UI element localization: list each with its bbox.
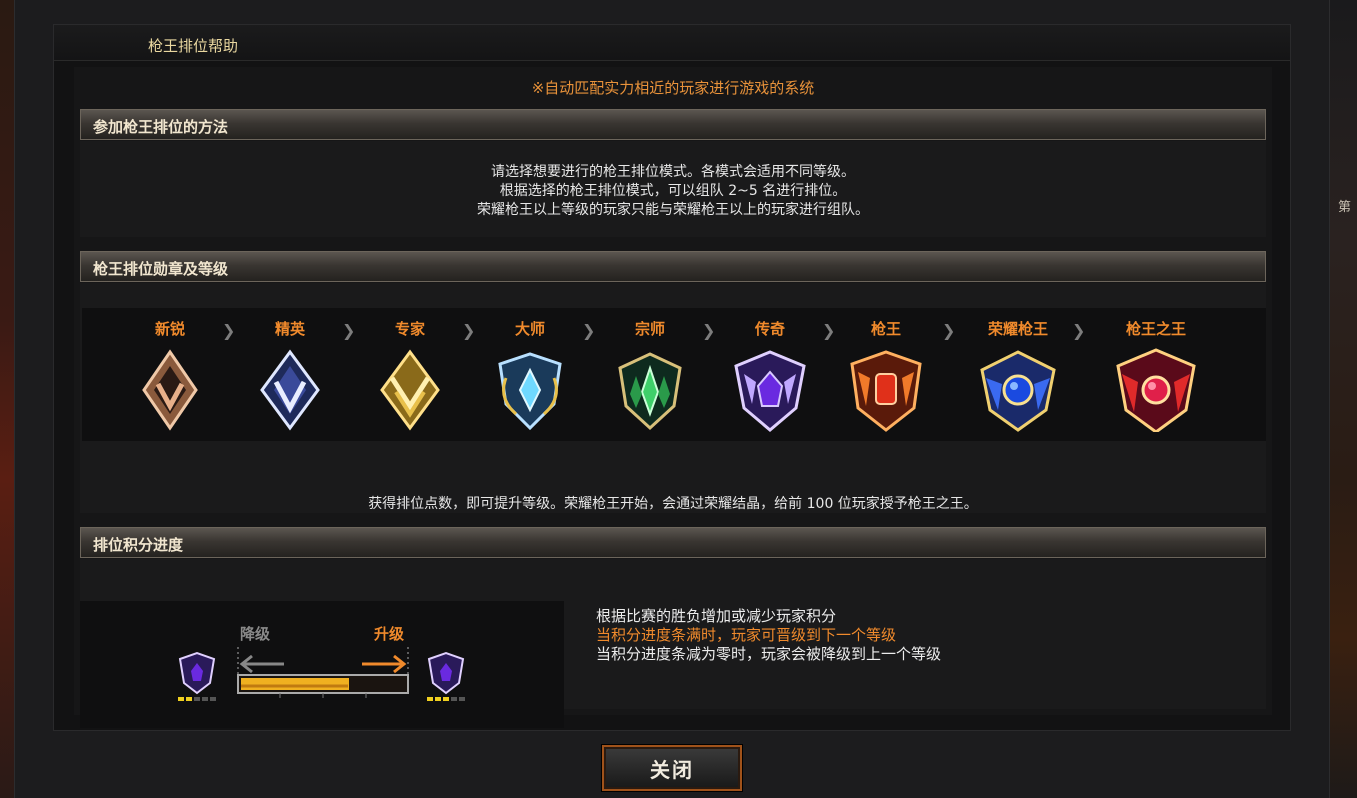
progress-line-3: 当积分进度条减为零时，玩家会被降级到上一个等级	[596, 645, 942, 663]
rank-label: 专家	[394, 320, 425, 338]
rank-item-grandmaster: 宗师	[590, 308, 710, 441]
rank-label: 枪王	[870, 320, 901, 338]
rank-item-gunking: 枪王	[826, 308, 946, 441]
dialog-title: 枪王排位帮助	[148, 37, 239, 55]
section-title-join: 参加枪王排位的方法	[93, 118, 229, 136]
silver-rank-badge-icon	[260, 349, 320, 431]
rank-item-glory-gunking: 荣耀枪王	[958, 308, 1078, 441]
rank-label: 新锐	[154, 320, 185, 338]
gold-rank-badge-icon	[380, 349, 440, 431]
platinum-rank-badge-icon	[498, 352, 562, 431]
emerald-rank-badge-icon	[618, 352, 682, 431]
progress-diagram	[178, 647, 465, 701]
close-button[interactable]: 关闭	[602, 745, 742, 791]
rank-item-master: 大师	[470, 308, 590, 441]
background-left-edge	[0, 0, 14, 798]
demote-label: 降级	[240, 625, 271, 643]
rank-item-king-of-gunkings: 枪王之王	[1096, 308, 1216, 441]
progress-line-2: 当积分进度条满时，玩家可晋级到下一个等级	[596, 626, 897, 644]
section-header-ranks: 枪王排位勋章及等级	[80, 251, 1266, 282]
rank-label: 大师	[514, 320, 545, 338]
join-line-2: 根据选择的枪王排位模式，可以组队 2~5 名进行排位。	[499, 183, 847, 199]
amethyst-rank-badge-icon	[178, 651, 216, 701]
ruby-rank-badge-icon	[850, 350, 922, 432]
section-title-ranks: 枪王排位勋章及等级	[93, 260, 229, 278]
arrow-left-icon	[239, 654, 284, 674]
rank-help-dialog: 枪王排位帮助 ※自动匹配实力相近的玩家进行游戏的系统 参加枪王排位的方法 请选择…	[53, 24, 1291, 731]
rank-label: 枪王之王	[1125, 320, 1186, 338]
sapphire-rank-badge-icon	[980, 350, 1056, 432]
join-line-1: 请选择想要进行的枪王排位模式。各模式会适用不同等级。	[491, 164, 855, 180]
rank-label: 传奇	[754, 320, 785, 338]
amethyst-rank-badge-icon	[427, 651, 465, 701]
arrow-right-icon	[362, 654, 407, 674]
rank-item-expert: 专家	[350, 308, 470, 441]
promote-label: 升级	[374, 625, 405, 643]
dialog-title-bar: 枪王排位帮助	[54, 25, 1290, 61]
rank-label: 精英	[274, 320, 305, 338]
progress-description: 根据比赛的胜负增加或减少玩家积分 当积分进度条满时，玩家可晋级到下一个等级 当积…	[596, 607, 941, 664]
rank-item-legend: 传奇	[710, 308, 830, 441]
rank-badge-strip: 新锐 ❯ 精英 ❯ 专家 ❯ 大师 ❯ 宗师 ❯ 传奇 ❯ 枪王 ❯ 荣耀枪王 …	[82, 308, 1266, 441]
crimson-crown-rank-badge-icon	[1116, 348, 1196, 432]
dialog-content: ※自动匹配实力相近的玩家进行游戏的系统 参加枪王排位的方法 请选择想要进行的枪王…	[74, 67, 1272, 728]
progress-bar-fill	[241, 678, 349, 690]
rank-label: 宗师	[634, 320, 665, 338]
progress-line-1: 根据比赛的胜负增加或减少玩家积分	[596, 607, 837, 625]
chevron-right-icon: ❯	[1072, 321, 1086, 340]
rank-item-elite: 精英	[230, 308, 350, 441]
background-right-edge	[1330, 0, 1357, 798]
close-button-label: 关闭	[650, 757, 694, 782]
join-line-3: 荣耀枪王以上等级的玩家只能与荣耀枪王以上的玩家进行组队。	[477, 202, 869, 218]
chevron-right-icon: ❯	[942, 321, 956, 340]
rank-note: 获得排位点数，即可提升等级。荣耀枪王开始，会通过荣耀结晶，给前 100 位玩家授…	[368, 496, 978, 512]
rank-label: 荣耀枪王	[987, 320, 1048, 338]
section-header-join: 参加枪王排位的方法	[80, 109, 1266, 140]
rank-item-novice: 新锐	[110, 308, 230, 441]
section-header-progress: 排位积分进度	[80, 527, 1266, 558]
progress-illustration: 降级 升级	[80, 601, 564, 728]
join-instructions: 请选择想要进行的枪王排位模式。各模式会适用不同等级。 根据选择的枪王排位模式，可…	[80, 163, 1266, 220]
section-panel-join: 请选择想要进行的枪王排位模式。各模式会适用不同等级。 根据选择的枪王排位模式，可…	[80, 141, 1266, 237]
amethyst-rank-badge-icon	[734, 350, 806, 432]
dialog-subtitle: ※自动匹配实力相近的玩家进行游戏的系统	[531, 79, 815, 97]
bronze-rank-badge-icon	[142, 349, 198, 431]
section-title-progress: 排位积分进度	[93, 536, 184, 554]
background-right-text: 第	[1338, 200, 1352, 215]
